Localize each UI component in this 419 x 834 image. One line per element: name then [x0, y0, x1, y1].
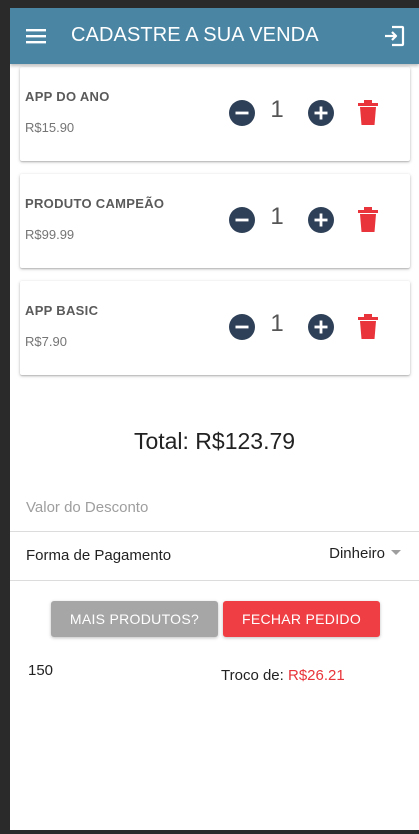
- product-card: PRODUTO CAMPEÃO R$99.99 1: [20, 174, 410, 268]
- product-name: APP BASIC: [25, 303, 99, 318]
- product-card: APP DO ANO R$15.90 1: [20, 67, 410, 161]
- dropdown-caret-icon: [391, 549, 401, 555]
- change-label: Troco de:: [221, 667, 288, 684]
- device-frame: CADASTRE A SUA VENDA APP DO ANO R$15.90 …: [0, 0, 419, 834]
- product-name: PRODUTO CAMPEÃO: [25, 196, 165, 211]
- app-bar: CADASTRE A SUA VENDA: [10, 8, 419, 64]
- product-price: R$15.90: [25, 120, 75, 135]
- decrement-icon[interactable]: [229, 100, 255, 126]
- increment-icon[interactable]: [308, 207, 334, 233]
- divider: [10, 531, 419, 532]
- payment-method-select[interactable]: Dinheiro: [329, 545, 401, 562]
- quantity-value: 1: [270, 310, 284, 337]
- product-price: R$99.99: [25, 227, 75, 242]
- product-price: R$7.90: [25, 334, 67, 349]
- cash-received-value: 150: [28, 662, 54, 679]
- more-products-button[interactable]: MAIS PRODUTOS?: [51, 601, 218, 637]
- decrement-icon[interactable]: [229, 207, 255, 233]
- quantity-value: 1: [270, 203, 284, 230]
- quantity-value: 1: [270, 96, 284, 123]
- payment-method-label: Forma de Pagamento: [26, 547, 172, 564]
- order-total: Total: R$123.79: [133, 428, 296, 454]
- decrement-icon[interactable]: [229, 314, 255, 340]
- delete-trash-icon[interactable]: [358, 207, 378, 232]
- app-screen: CADASTRE A SUA VENDA APP DO ANO R$15.90 …: [10, 8, 419, 830]
- page-title: CADASTRE A SUA VENDA: [71, 24, 319, 46]
- increment-icon[interactable]: [308, 100, 334, 126]
- payment-method-value: Dinheiro: [329, 545, 385, 562]
- close-order-button[interactable]: FECHAR PEDIDO: [223, 601, 380, 637]
- delete-trash-icon[interactable]: [358, 100, 378, 125]
- delete-trash-icon[interactable]: [358, 314, 378, 339]
- discount-input[interactable]: [26, 492, 396, 522]
- change-amount: R$26.21: [287, 667, 345, 684]
- increment-icon[interactable]: [308, 314, 334, 340]
- product-card: APP BASIC R$7.90 1: [20, 281, 410, 375]
- change-text: Troco de: R$26.21: [221, 667, 345, 684]
- product-name: APP DO ANO: [25, 89, 110, 104]
- divider: [10, 580, 419, 581]
- hamburger-menu-icon[interactable]: [26, 26, 46, 46]
- logout-icon[interactable]: [383, 25, 405, 47]
